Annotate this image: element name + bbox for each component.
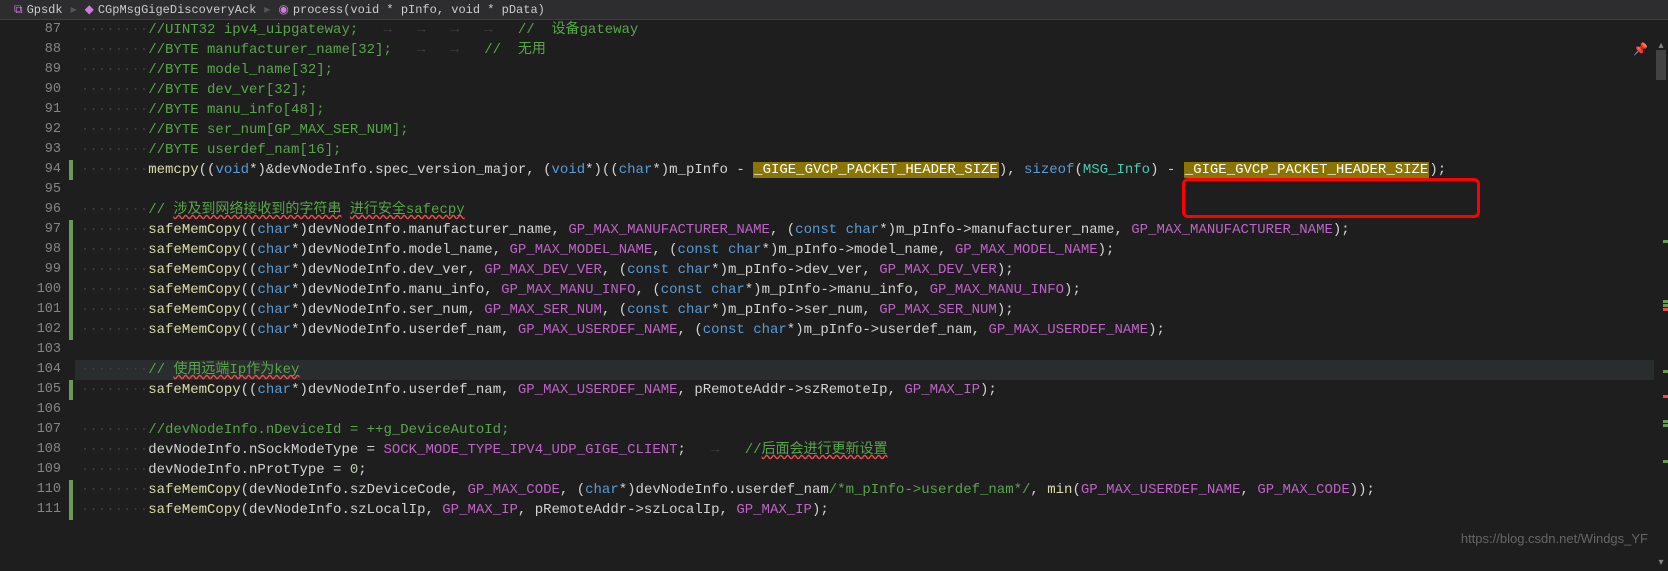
line-number: 94 [0,160,75,180]
code-line[interactable]: ········safeMemCopy(devNodeInfo.szLocalI… [75,500,1668,520]
breadcrumb-func-label: process(void * pInfo, void * pData) [293,3,545,17]
code-line[interactable]: ········devNodeInfo.nProtType = 0; [75,460,1668,480]
breadcrumb-file-label: Gpsdk [27,3,63,17]
line-number: 105 [0,380,75,400]
code-line[interactable]: ········//BYTE manu_info[48]; [75,100,1668,120]
highlight-match: _GIGE_GVCP_PACKET_HEADER_SIZE [1184,162,1430,178]
overview-marker [1663,308,1668,311]
code-line[interactable] [75,400,1668,420]
breadcrumb-class-label: CGpMsgGigeDiscoveryAck [98,3,256,17]
code-line[interactable]: ········devNodeInfo.nSockModeType = SOCK… [75,440,1668,460]
code-line[interactable]: ········safeMemCopy((char*)devNodeInfo.m… [75,220,1668,240]
line-number: 108 [0,440,75,460]
breadcrumb-file[interactable]: ⧉ Gpsdk [8,3,69,17]
breadcrumb-bar: ⧉ Gpsdk ▸ ◆ CGpMsgGigeDiscoveryAck ▸ ◉ p… [0,0,1668,20]
breadcrumb-sep: ▸ [69,2,79,17]
code-line[interactable]: ········safeMemCopy(devNodeInfo.szDevice… [75,480,1668,500]
code-line-active[interactable]: ········// 使用远端Ip作为key [75,360,1668,380]
overview-marker [1663,300,1668,303]
line-number: 110 [0,480,75,500]
line-number: 107 [0,420,75,440]
line-number: 98 [0,240,75,260]
breadcrumb-class[interactable]: ◆ CGpMsgGigeDiscoveryAck [79,2,263,17]
line-number: 91 [0,100,75,120]
code-line[interactable]: ········//BYTE dev_ver[32]; [75,80,1668,100]
code-line[interactable]: ········safeMemCopy((char*)devNodeInfo.m… [75,280,1668,300]
line-number: 87 [0,20,75,40]
code-line[interactable]: ········safeMemCopy((char*)devNodeInfo.m… [75,240,1668,260]
code-line[interactable]: ········safeMemCopy((char*)devNodeInfo.u… [75,320,1668,340]
line-number: 106 [0,400,75,420]
line-number: 95 [0,180,75,200]
overview-marker [1663,240,1668,243]
line-number: 111 [0,500,75,520]
overview-marker [1663,395,1668,398]
line-number: 104 [0,360,75,380]
code-line[interactable]: ········safeMemCopy((char*)devNodeInfo.u… [75,380,1668,400]
line-number: 100 [0,280,75,300]
overview-marker [1663,424,1668,427]
line-number: 109 [0,460,75,480]
breadcrumb-func[interactable]: ◉ process(void * pInfo, void * pData) [272,2,551,17]
overview-marker [1663,460,1668,463]
line-number: 90 [0,80,75,100]
code-line[interactable]: ········safeMemCopy((char*)devNodeInfo.d… [75,260,1668,280]
overview-marker [1663,420,1668,423]
code-editor[interactable]: 87 88 89 90 91 92 93 94 95 96 97 98 99 1… [0,20,1668,551]
code-line[interactable]: ········//BYTE model_name[32]; [75,60,1668,80]
line-number-gutter: 87 88 89 90 91 92 93 94 95 96 97 98 99 1… [0,20,75,551]
pin-icon[interactable]: 📌 [1633,42,1648,57]
code-content[interactable]: ········//UINT32 ipv4_uipgateway; → → → … [75,20,1668,551]
code-line[interactable]: ········//UINT32 ipv4_uipgateway; → → → … [75,20,1668,40]
line-number: 103 [0,340,75,360]
line-number: 93 [0,140,75,160]
line-number: 101 [0,300,75,320]
line-number: 97 [0,220,75,240]
code-line[interactable]: ········//devNodeInfo.nDeviceId = ++g_De… [75,420,1668,440]
breadcrumb-sep: ▸ [262,2,272,17]
file-icon: ⧉ [14,3,23,17]
line-number: 89 [0,60,75,80]
code-line[interactable]: ········//BYTE ser_num[GP_MAX_SER_NUM]; [75,120,1668,140]
overview-ruler [1656,40,1668,571]
watermark: https://blog.csdn.net/Windgs_YF [1461,531,1648,546]
code-line[interactable]: ········//BYTE manufacturer_name[32]; → … [75,40,1668,60]
code-line[interactable]: ········safeMemCopy((char*)devNodeInfo.s… [75,300,1668,320]
code-line[interactable]: ········// 涉及到网络接收到的字符串 进行安全safecpy [75,200,1668,220]
overview-marker [1663,304,1668,307]
highlight-match: _GIGE_GVCP_PACKET_HEADER_SIZE [753,162,999,178]
line-number: 88 [0,40,75,60]
line-number: 99 [0,260,75,280]
code-line[interactable]: ········memcpy((void*)&devNodeInfo.spec_… [75,160,1668,180]
overview-marker [1663,370,1668,373]
method-icon: ◉ [278,2,288,17]
code-line[interactable] [75,180,1668,200]
line-number: 92 [0,120,75,140]
class-icon: ◆ [85,2,94,17]
code-line[interactable] [75,340,1668,360]
line-number: 96 [0,200,75,220]
code-line[interactable]: ········//BYTE userdef_nam[16]; [75,140,1668,160]
line-number: 102 [0,320,75,340]
